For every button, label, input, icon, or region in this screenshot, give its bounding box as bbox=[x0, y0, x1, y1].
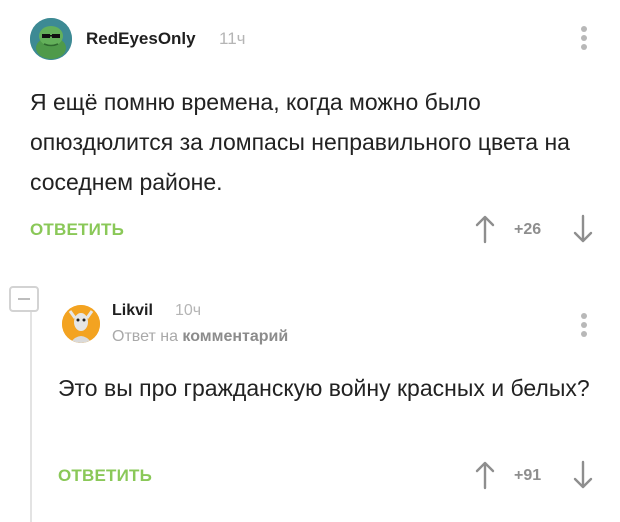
arrow-up-icon[interactable] bbox=[474, 460, 496, 490]
comment-author[interactable]: Likvil bbox=[112, 302, 153, 320]
reply-to-link[interactable]: Ответ на комментарий bbox=[112, 328, 288, 346]
comment-score: +91 bbox=[514, 467, 542, 484]
avatar[interactable] bbox=[30, 18, 72, 60]
arrow-up-icon[interactable] bbox=[474, 214, 496, 244]
reply-to-target[interactable]: комментарий bbox=[182, 328, 288, 345]
comment-score: +26 bbox=[514, 221, 542, 238]
comment-time: 10ч bbox=[175, 302, 202, 319]
comment-text: Это вы про гражданскую войну красных и б… bbox=[58, 375, 590, 401]
arrow-down-icon[interactable] bbox=[572, 214, 594, 244]
thread-line[interactable] bbox=[30, 296, 32, 522]
comment-author[interactable]: RedEyesOnly bbox=[86, 29, 196, 49]
more-options-icon[interactable] bbox=[576, 24, 592, 52]
collapse-thread-button[interactable] bbox=[9, 286, 39, 312]
reply-to-prefix: Ответ на bbox=[112, 328, 178, 345]
comment-time: 11ч bbox=[219, 29, 246, 48]
reply-button[interactable]: ОТВЕТИТЬ bbox=[58, 466, 152, 486]
avatar[interactable] bbox=[62, 305, 100, 343]
reply-button[interactable]: ОТВЕТИТЬ bbox=[30, 220, 124, 240]
comment-text: Я ещё помню времена, когда можно было оп… bbox=[30, 89, 570, 195]
more-options-icon[interactable] bbox=[576, 311, 592, 339]
arrow-down-icon[interactable] bbox=[572, 460, 594, 490]
